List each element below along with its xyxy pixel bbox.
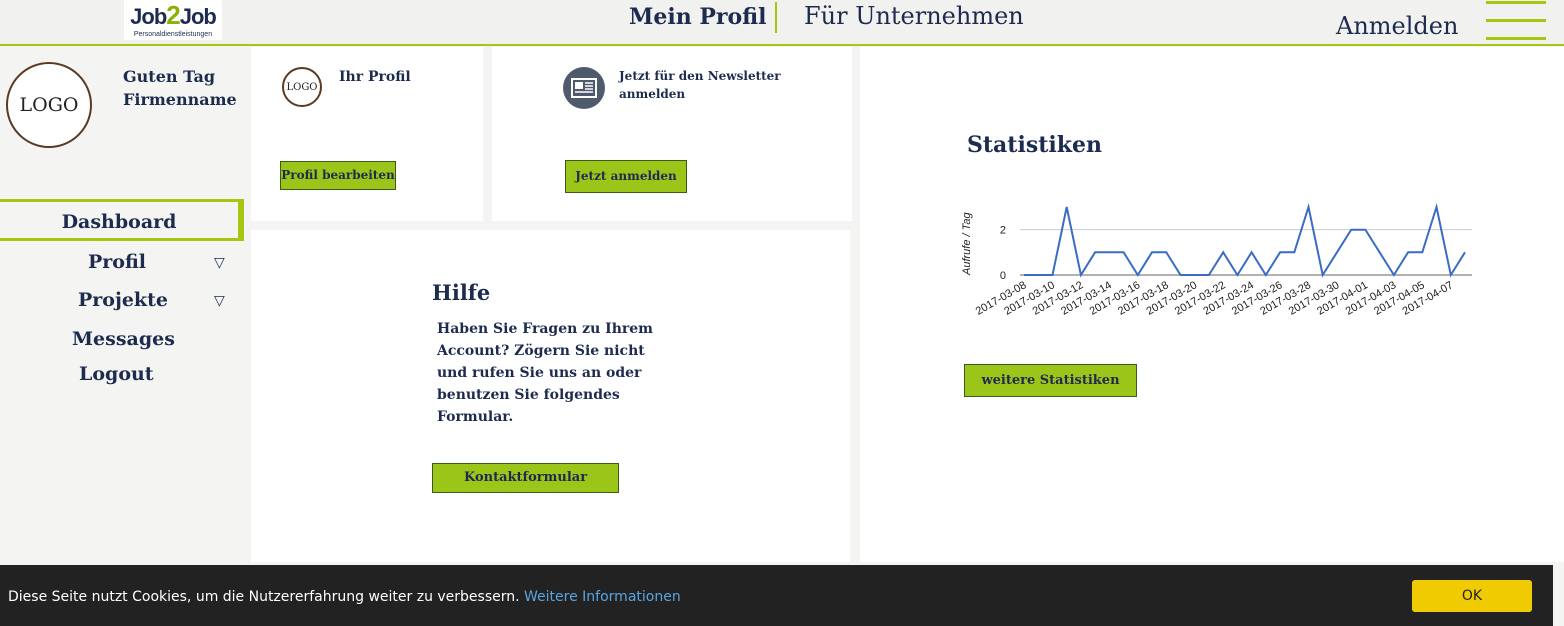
hamburger-menu-icon[interactable] (1486, 0, 1546, 42)
help-title: Hilfe (432, 280, 491, 305)
cookie-text: Diese Seite nutzt Cookies, um die Nutzer… (8, 589, 681, 605)
profile-card-title: Ihr Profil (339, 69, 411, 85)
brand-logo[interactable]: Job2Job Personaldienstleistungen (124, 0, 222, 40)
contact-form-button[interactable]: Kontaktformular (432, 463, 619, 493)
edit-profile-button[interactable]: Profil bearbeiten (280, 161, 396, 190)
newspaper-icon (563, 67, 605, 109)
top-bar (0, 0, 1564, 46)
nav-my-profile[interactable]: Mein Profil (629, 4, 767, 30)
triangle-down-icon[interactable]: ▽ (214, 255, 225, 271)
help-text: Haben Sie Fragen zu Ihrem Account? Zöger… (437, 321, 653, 425)
profile-logo: LOGO (282, 67, 322, 107)
newsletter-card-title: Jetzt für den Newsletter anmelden (619, 69, 781, 101)
avatar: LOGO (6, 62, 92, 148)
brand-subtitle: Personaldienstleistungen (133, 31, 213, 38)
y-tick-label: 2 (1000, 225, 1006, 237)
sidebar-item-profil[interactable]: Profil (88, 251, 146, 273)
login-link[interactable]: Anmelden (1336, 12, 1458, 40)
series-line (1024, 203, 1466, 278)
y-axis-label: Aufrufe / Tag (961, 212, 973, 276)
stats-title: Statistiken (967, 132, 1102, 158)
sidebar-item-projekte[interactable]: Projekte (78, 289, 168, 311)
cookie-more-info-link[interactable]: Weitere Informationen (524, 589, 681, 605)
more-stats-button[interactable]: weitere Statistiken (964, 364, 1137, 397)
sidebar-item-dashboard[interactable]: Dashboard (0, 199, 244, 241)
cookie-ok-button[interactable]: OK (1412, 580, 1532, 612)
nav-divider (775, 2, 777, 33)
sidebar-item-logout[interactable]: Logout (79, 363, 154, 385)
triangle-down-icon[interactable]: ▽ (214, 293, 225, 309)
subscribe-newsletter-button[interactable]: Jetzt anmelden (565, 160, 687, 193)
stats-chart: Aufrufe / Tag022017-03-082017-03-102017-… (961, 203, 1472, 318)
y-tick-label: 0 (1000, 270, 1006, 282)
greeting: Guten Tag (123, 67, 215, 86)
company-name: Firmenname (123, 90, 237, 109)
sidebar-item-messages[interactable]: Messages (72, 328, 175, 350)
nav-for-companies[interactable]: Für Unternehmen (804, 2, 1024, 30)
